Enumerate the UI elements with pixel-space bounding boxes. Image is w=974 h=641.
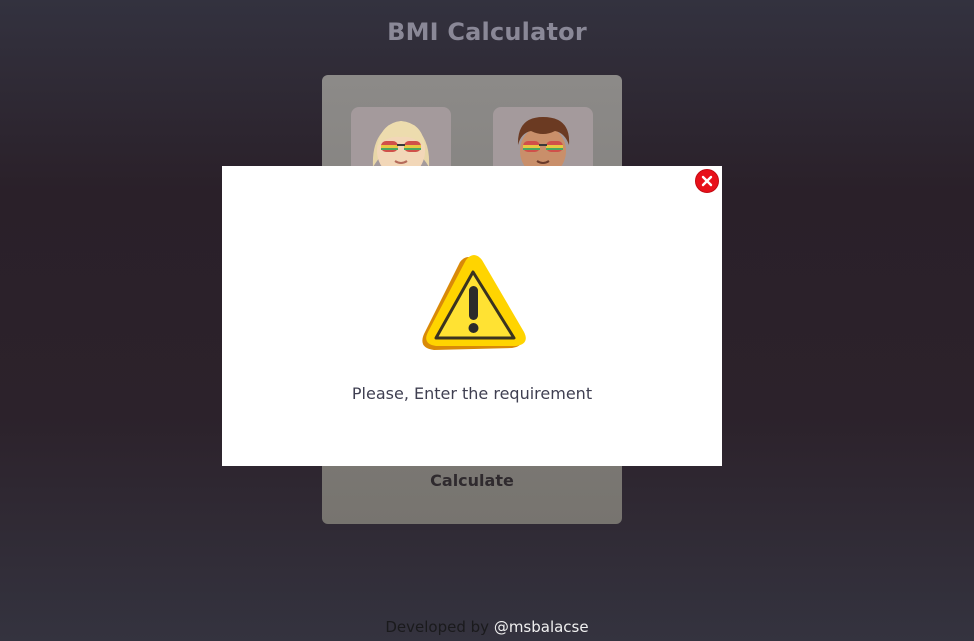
close-icon (701, 175, 713, 187)
footer: Developed by @msbalacse (0, 618, 974, 636)
alert-modal: Please, Enter the requirement (222, 166, 722, 466)
warning-icon (422, 255, 526, 350)
page-title: BMI Calculator (387, 18, 587, 46)
footer-credit-text: Developed by (385, 618, 494, 636)
modal-message: Please, Enter the requirement (351, 384, 593, 403)
author-link[interactable]: @msbalacse (494, 618, 589, 636)
close-button[interactable] (695, 169, 719, 193)
calculate-button[interactable]: Calculate (322, 467, 622, 493)
